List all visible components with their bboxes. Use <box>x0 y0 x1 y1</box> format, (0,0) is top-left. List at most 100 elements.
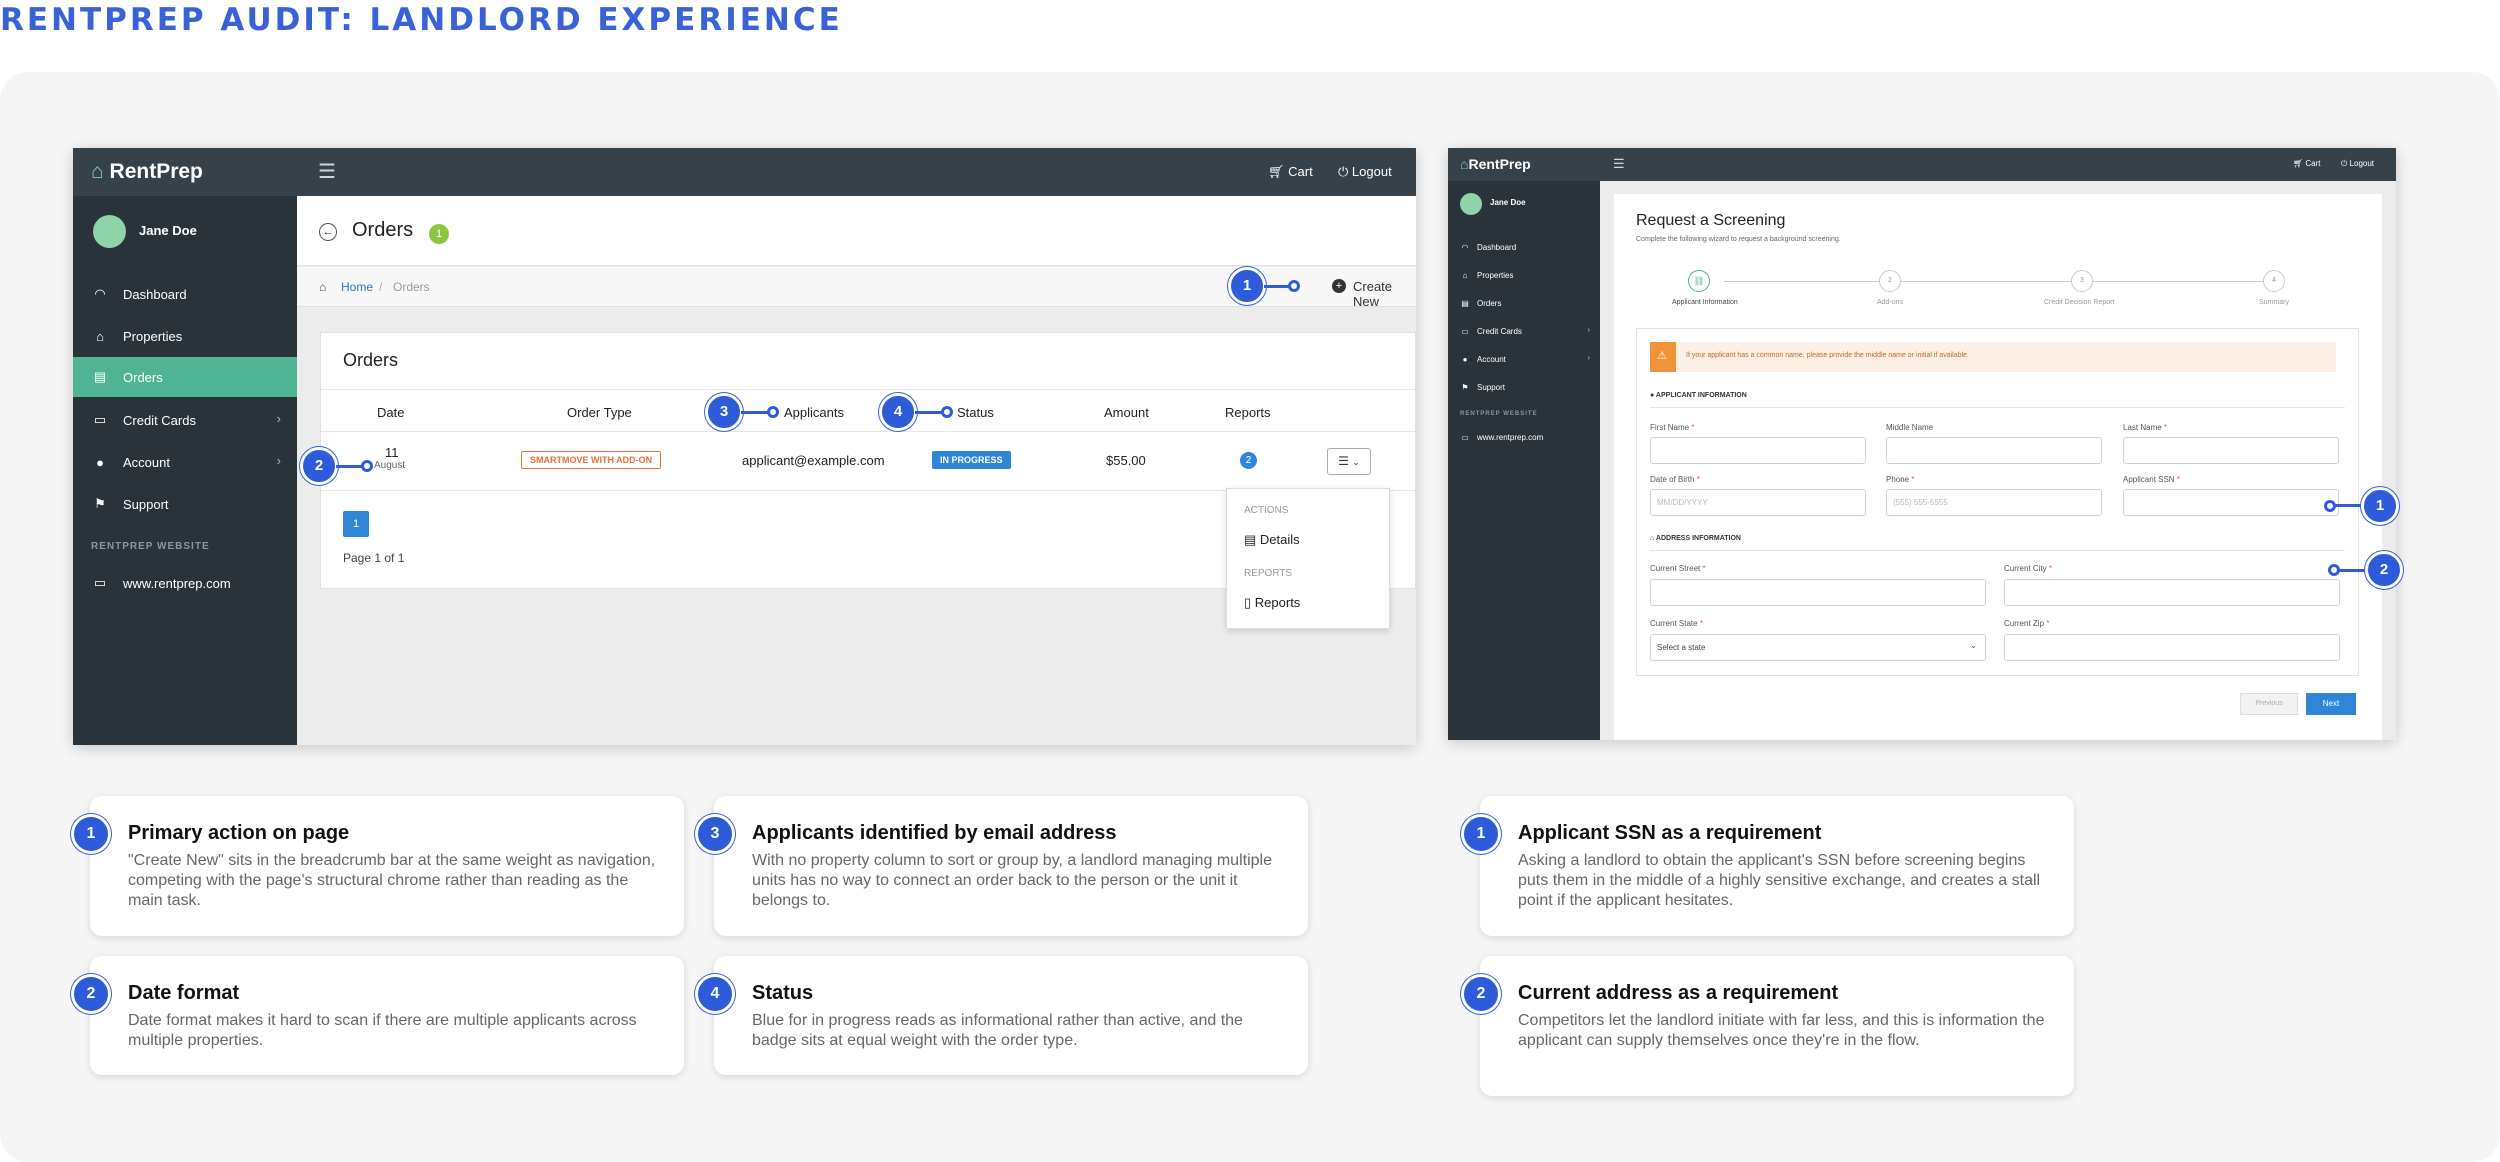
row-actions-button[interactable]: ☰ ⌄ <box>1327 448 1371 475</box>
note-number-badge: 3 <box>695 814 735 854</box>
marker-2-address: 2 <box>2365 551 2403 589</box>
cart-link[interactable]: 🛒︎ Cart <box>1268 164 1313 180</box>
col-date[interactable]: Date <box>377 405 404 420</box>
sidebar-item-dashboard[interactable]: ◠ Dashboard <box>1448 233 1600 261</box>
user-icon: ● <box>1462 354 1468 364</box>
label-text: Current State <box>1650 619 1698 628</box>
col-status[interactable]: Status <box>957 405 994 420</box>
city-label: Current City * <box>2004 564 2052 573</box>
sidebar-item-orders[interactable]: ▤ Orders <box>73 357 297 397</box>
orders-heading: Orders <box>352 219 414 241</box>
create-new-link[interactable]: Create New <box>1353 279 1416 309</box>
reports-count-badge[interactable]: 2 <box>1240 452 1257 469</box>
cart-link[interactable]: 🛒︎ Cart <box>2293 159 2321 168</box>
logout-link[interactable]: ⏻ Logout <box>1338 164 1392 180</box>
col-applicants[interactable]: Applicants <box>784 405 844 420</box>
breadcrumb-home[interactable]: Home <box>341 280 373 294</box>
first-name-input[interactable] <box>1650 437 1866 464</box>
sidebar-item-orders[interactable]: ▤ Orders <box>1448 289 1600 317</box>
cart-label: Cart <box>1288 164 1313 179</box>
chevron-right-icon: › <box>1587 325 1590 334</box>
sidebar-item-label: Support <box>1477 382 1506 392</box>
label-text: Middle Name <box>1886 423 1934 432</box>
sidebar-item-properties[interactable]: ⌂ Properties <box>73 315 297 357</box>
col-reports[interactable]: Reports <box>1225 405 1271 420</box>
status-badge: IN PROGRESS <box>932 451 1011 469</box>
note-number-badge: 1 <box>71 814 111 854</box>
hamburger-icon[interactable]: ☰ <box>1613 156 1625 172</box>
note-body: Competitors let the landlord initiate wi… <box>1518 1012 2045 1049</box>
wizard-step-2[interactable]: 2 <box>1879 270 1901 292</box>
state-select[interactable]: Select a state ⌄ <box>1650 634 1986 661</box>
order-count-badge: 1 <box>429 224 449 244</box>
table-row[interactable]: 11 August SMARTMOVE WITH ADD-ON applican… <box>321 432 1415 490</box>
wizard-step-3[interactable]: 3 <box>2071 270 2093 292</box>
zip-input[interactable] <box>2004 634 2340 661</box>
logout-link[interactable]: ⏻ Logout <box>2341 159 2374 169</box>
sidebar-item-label: Support <box>123 496 169 512</box>
city-input[interactable] <box>2004 579 2340 606</box>
document-icon: ▤ <box>1461 298 1469 308</box>
sidebar-item-support[interactable]: ⚑ Support <box>73 483 297 525</box>
label-text: First Name <box>1650 423 1690 432</box>
sidebar-item-credit-cards[interactable]: ▭ Credit Cards › <box>73 399 297 441</box>
marker-1-create-new: 1 <box>1228 267 1266 305</box>
required-mark: * <box>2046 619 2050 628</box>
logout-label: Logout <box>1351 164 1392 179</box>
sidebar-item-support[interactable]: ⚑ Support <box>1448 373 1600 401</box>
sidebar-item-properties[interactable]: ⌂ Properties <box>1448 261 1600 289</box>
sidebar-item-account[interactable]: ● Account › <box>73 441 297 483</box>
label-text: Current Street <box>1650 564 1701 573</box>
chevron-right-icon: › <box>1587 353 1590 362</box>
details-menu-item[interactable]: ▤ Details <box>1244 532 1300 548</box>
hamburger-icon[interactable]: ☰ <box>318 159 336 184</box>
section-divider <box>1650 550 2345 551</box>
select-value: Select a state <box>1657 643 1706 652</box>
sidebar-item-account[interactable]: ● Account › <box>1448 345 1600 373</box>
middle-name-input[interactable] <box>1886 437 2102 464</box>
note-card: Applicants identified by email address W… <box>714 796 1308 936</box>
sidebar-item-credit-cards[interactable]: ▭ Credit Cards › <box>1448 317 1600 345</box>
sidebar-item-website[interactable]: ▭ www.rentprep.com <box>73 563 297 603</box>
order-type-badge: SMARTMOVE WITH ADD-ON <box>521 451 662 469</box>
details-label: Details <box>1259 532 1300 547</box>
note-body: "Create New" sits in the breadcrumb bar … <box>128 852 656 909</box>
label-text: Phone <box>1886 475 1910 484</box>
page-header: ← Orders 1 <box>297 196 1416 266</box>
note-number-badge: 2 <box>1461 974 1501 1014</box>
sidebar-item-dashboard[interactable]: ◠ Dashboard <box>73 273 297 315</box>
label-text: Applicant SSN <box>2123 475 2175 484</box>
previous-button[interactable]: Previous <box>2240 693 2298 715</box>
card-divider <box>321 389 1415 390</box>
wizard-step-2-label: Add-ons <box>1877 299 1904 306</box>
wizard-step-1[interactable]: ⛓ <box>1688 270 1710 292</box>
last-name-input[interactable] <box>2123 437 2339 464</box>
col-order-type[interactable]: Order Type <box>567 405 632 420</box>
logo-mark-icon: ⌂ <box>91 160 104 183</box>
label-text: Last Name <box>2123 423 2162 432</box>
wizard-step-4-label: Summary <box>2259 299 2289 306</box>
reports-menu-item[interactable]: ▯ Reports <box>1244 595 1300 611</box>
sidebar-item-label: Credit Cards <box>1477 326 1522 336</box>
back-arrow-icon[interactable]: ← <box>319 223 337 241</box>
col-amount[interactable]: Amount <box>1104 405 1149 420</box>
sidebar-item-label: Account <box>1477 354 1506 364</box>
website-link: www.rentprep.com <box>1477 432 1544 442</box>
next-button[interactable]: Next <box>2306 693 2356 715</box>
sidebar-item-label: Account <box>123 454 170 470</box>
page-1-button[interactable]: 1 <box>343 511 369 537</box>
top-bar: ⌂RentPrep ☰ 🛒︎ Cart ⏻ Logout <box>1448 148 2396 181</box>
ssn-input[interactable] <box>2123 489 2339 516</box>
sidebar-item-website[interactable]: ▭ www.rentprep.com <box>1448 423 1600 451</box>
wizard-step-4[interactable]: 4 <box>2263 270 2285 292</box>
phone-input[interactable]: (555) 555-5555 <box>1886 489 2102 516</box>
dob-input[interactable]: MM/DD/YYYY <box>1650 489 1866 516</box>
ssn-label: Applicant SSN * <box>2123 475 2180 484</box>
street-input[interactable] <box>1650 579 1986 606</box>
document-icon: ▤ <box>93 369 107 384</box>
required-mark: * <box>2048 564 2053 573</box>
warning-icon: ⚠ <box>1657 350 1667 362</box>
home-icon: ⌂ <box>1462 270 1468 280</box>
credit-card-icon: ▭ <box>93 412 107 427</box>
plus-circle-icon[interactable]: + <box>1332 279 1346 293</box>
